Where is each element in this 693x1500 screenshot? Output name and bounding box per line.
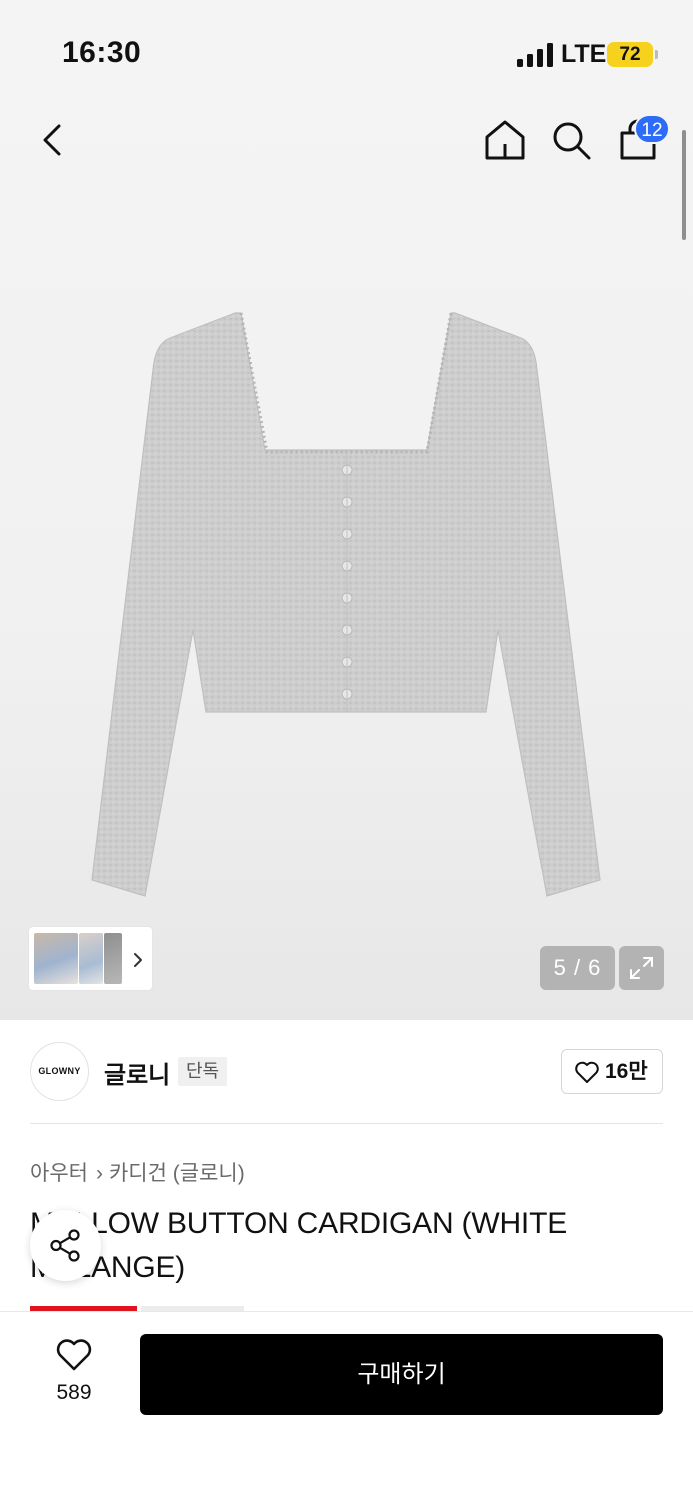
cart-count-badge: 12 — [634, 114, 670, 144]
status-time: 16:30 — [62, 36, 142, 69]
battery-level: 72 — [619, 44, 641, 65]
heart-icon — [56, 1339, 92, 1371]
network-label: LTE — [561, 40, 607, 68]
wishlist-count: 589 — [56, 1381, 92, 1404]
thumbnail-2[interactable] — [79, 933, 103, 984]
battery-icon: 72 — [607, 42, 653, 67]
search-button[interactable] — [545, 114, 597, 166]
product-image[interactable] — [85, 300, 615, 910]
product-title: MELLOW BUTTON CARDIGAN (WHITE MELANGE) — [30, 1207, 567, 1284]
search-icon — [553, 122, 591, 160]
image-page-counter: 5 / 6 — [540, 946, 615, 990]
chevron-right-icon: › — [95, 1162, 103, 1185]
divider — [30, 1123, 663, 1124]
signal-icon — [517, 43, 553, 67]
scrollbar[interactable] — [682, 130, 686, 240]
thumbnail-3[interactable] — [104, 933, 122, 984]
breadcrumb-item-cardigan[interactable]: 카디건 (글로니) — [109, 1162, 245, 1185]
buy-button[interactable]: 구매하기 — [140, 1334, 663, 1415]
wishlist-button[interactable]: 589 — [38, 1332, 110, 1412]
battery-nub — [655, 50, 658, 59]
brand-like-count: 16만 — [605, 1060, 648, 1083]
expand-button[interactable] — [619, 946, 664, 990]
brand-logo[interactable]: GLOWNY — [30, 1042, 89, 1101]
back-button[interactable] — [28, 114, 80, 166]
exclusive-badge: 단독 — [178, 1057, 228, 1086]
thumbnail-1[interactable] — [34, 933, 78, 984]
brand-name[interactable]: 글로니 — [104, 1055, 170, 1090]
brand-like-button[interactable]: 16만 — [561, 1049, 663, 1094]
chevron-right-icon[interactable] — [130, 950, 146, 970]
share-icon — [50, 1229, 80, 1262]
chevron-left-icon — [43, 124, 61, 156]
expand-icon — [630, 957, 653, 979]
breadcrumb-item-outer[interactable]: 아우터 — [30, 1162, 88, 1185]
product-gallery[interactable]: 16:30 LTE 72 12 5 / 6 — [0, 0, 693, 1020]
home-button[interactable] — [479, 114, 531, 166]
breadcrumb: 아우터 › 카디건 (글로니) — [30, 1157, 245, 1187]
heart-icon — [575, 1061, 599, 1083]
home-icon — [485, 120, 525, 160]
share-button[interactable] — [30, 1210, 101, 1281]
